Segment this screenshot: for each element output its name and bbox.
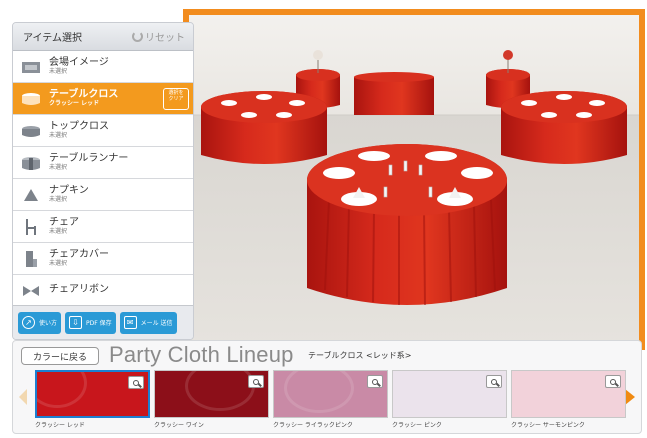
- item-selection-panel: アイテム選択 リセット 会場イメージ 未選択 テーブルクロス クラッシー レッド 選…: [12, 22, 194, 340]
- runner-icon: [21, 154, 41, 172]
- item-status: 未選択: [49, 163, 68, 171]
- item-chair-ribbon[interactable]: チェアリボン: [13, 275, 193, 307]
- zoom-icon[interactable]: [248, 375, 264, 388]
- item-status: 未選択: [49, 227, 68, 235]
- item-chair-cover[interactable]: チェアカバー 未選択: [13, 243, 193, 275]
- swatch-tile: [511, 370, 626, 418]
- swatch-label: クラッシー ワイン: [154, 422, 204, 429]
- item-chair[interactable]: チェア 未選択: [13, 211, 193, 243]
- napkin-icon: [21, 186, 41, 204]
- pdf-label: PDF 保存: [86, 320, 112, 327]
- item-top-cloth[interactable]: トップクロス 未選択: [13, 115, 193, 147]
- tablecloth-icon: [21, 90, 41, 108]
- mail-icon: ✉: [123, 316, 137, 329]
- chair-cover-icon: [21, 250, 41, 268]
- swatch-label: クラッシー ライラックピンク: [273, 422, 353, 429]
- lineup-subtitle: テーブルクロス <レッド系>: [308, 351, 412, 360]
- cloth-lineup-panel: カラーに戻る Party Cloth Lineup テーブルクロス <レッド系>…: [12, 340, 642, 434]
- lineup-title: Party Cloth Lineup: [109, 342, 294, 367]
- item-tablecloth[interactable]: テーブルクロス クラッシー レッド 選択を クリア: [13, 83, 193, 115]
- item-status: 未選択: [49, 67, 68, 75]
- item-status: クラッシー レッド: [49, 99, 100, 107]
- clear-selection-button[interactable]: 選択を クリア: [163, 88, 189, 110]
- ribbon-icon: [21, 282, 41, 300]
- reset-label: リセット: [145, 33, 185, 44]
- swatch-classy-salmon-pink[interactable]: クラッシー サーモンピンク: [511, 370, 626, 430]
- help-button[interactable]: ↗ 使い方: [18, 311, 62, 334]
- item-napkin[interactable]: ナプキン 未選択: [13, 179, 193, 211]
- swatch-label: クラッシー サーモンピンク: [511, 422, 585, 429]
- panel-footer: ↗ 使い方 ⇩ PDF 保存 ✉ メール 送信: [13, 305, 193, 339]
- item-status: 未選択: [49, 259, 68, 267]
- swatch-tile: [154, 370, 269, 418]
- compass-icon: ↗: [22, 316, 35, 329]
- panel-title: アイテム選択: [23, 33, 82, 44]
- item-status: 未選択: [49, 131, 68, 139]
- panel-header: アイテム選択 リセット: [13, 23, 193, 51]
- mail-send-button[interactable]: ✉ メール 送信: [119, 311, 177, 334]
- swatch-classy-pink[interactable]: クラッシー ピンク: [392, 370, 507, 430]
- scene-preview: [183, 9, 645, 350]
- item-status: 未選択: [49, 195, 68, 203]
- zoom-icon[interactable]: [605, 375, 621, 388]
- topcloth-icon: [21, 122, 41, 140]
- app-root: アイテム選択 リセット 会場イメージ 未選択 テーブルクロス クラッシー レッド 選…: [0, 0, 647, 438]
- venue-icon: [21, 58, 41, 76]
- back-to-colors-button[interactable]: カラーに戻る: [21, 347, 99, 365]
- item-venue-image[interactable]: 会場イメージ 未選択: [13, 51, 193, 83]
- zoom-icon[interactable]: [367, 375, 383, 388]
- zoom-icon[interactable]: [486, 375, 502, 388]
- item-name: チェアリボン: [49, 284, 109, 296]
- swatch-classy-wine[interactable]: クラッシー ワイン: [154, 370, 269, 430]
- scroll-left-arrow-icon[interactable]: [19, 389, 27, 405]
- mail-label: メール 送信: [140, 320, 173, 327]
- venue-scene: [189, 15, 639, 344]
- swatch-label: クラッシー レッド: [35, 422, 85, 429]
- reset-button[interactable]: リセット: [132, 29, 185, 44]
- swatch-tile: [392, 370, 507, 418]
- swatch-tile: [273, 370, 388, 418]
- chair-icon: [21, 218, 41, 236]
- swatch-label: クラッシー ピンク: [392, 422, 442, 429]
- swatch-tile: [35, 370, 150, 418]
- refresh-icon: [132, 31, 143, 42]
- swatch-classy-red[interactable]: クラッシー レッド: [35, 370, 150, 430]
- pdf-save-button[interactable]: ⇩ PDF 保存: [65, 311, 116, 334]
- scroll-right-arrow-icon[interactable]: [625, 389, 635, 405]
- zoom-icon[interactable]: [128, 376, 144, 389]
- pdf-icon: ⇩: [69, 316, 83, 329]
- swatch-classy-lilac-pink[interactable]: クラッシー ライラックピンク: [273, 370, 388, 430]
- help-label: 使い方: [39, 320, 58, 327]
- item-table-runner[interactable]: テーブルランナー 未選択: [13, 147, 193, 179]
